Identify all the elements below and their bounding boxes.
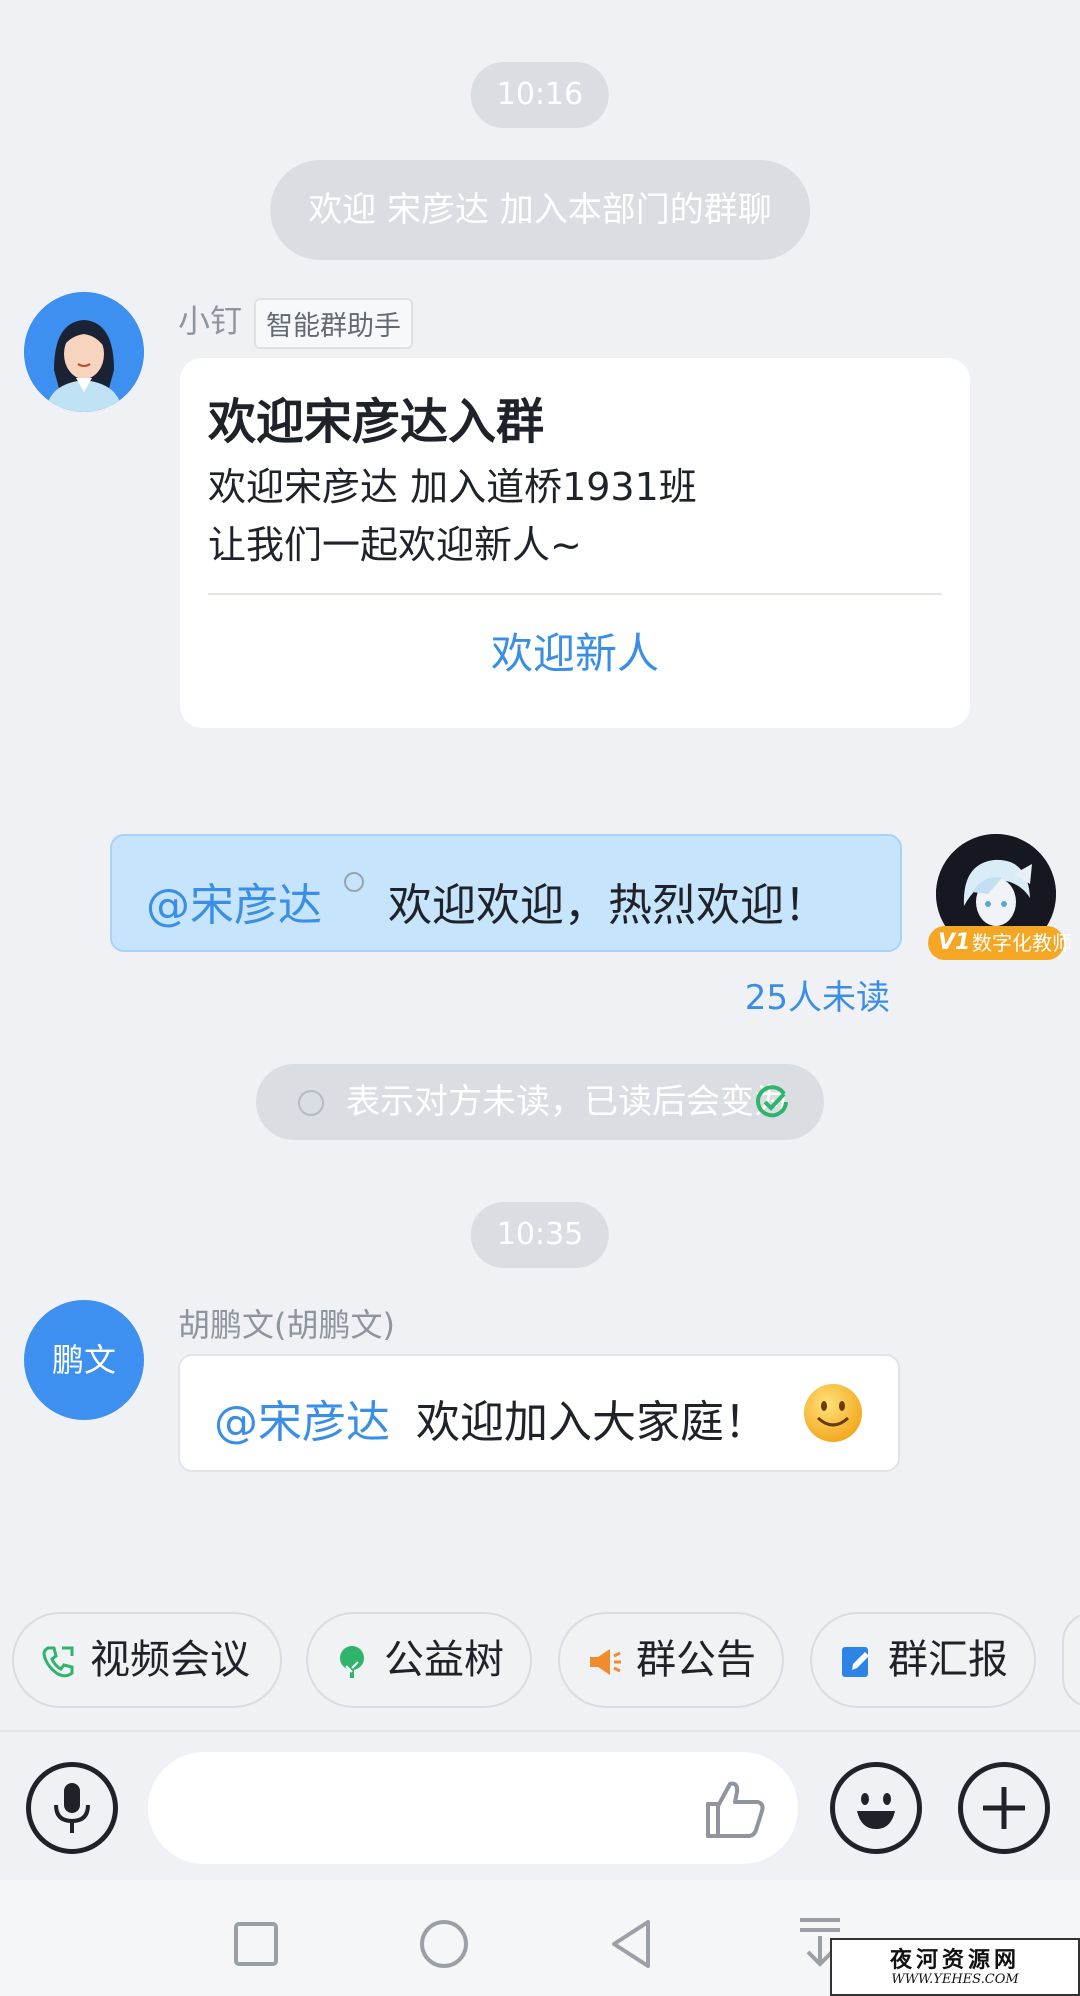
bot-sender: 小钉 智能群助手 [178,296,414,349]
chip-label: 群汇报 [888,1637,1008,1683]
user-message-bubble[interactable]: @宋彦达 欢迎加入大家庭！ [178,1354,900,1472]
chip-label: 公益树 [384,1637,504,1683]
message-text: 欢迎加入大家庭！ [416,1397,768,1448]
unread-circle-icon [298,1090,324,1116]
chip-video-meeting[interactable]: 视频会议 [12,1612,282,1708]
smile-icon [857,1793,895,1829]
unread-count[interactable]: 25人未读 [745,970,890,1019]
welcome-card[interactable]: 欢迎宋彦达入群 欢迎宋彦达 加入道桥1931班 让我们一起欢迎新人~ 欢迎新人 [180,358,970,728]
user-sender: 胡鹏文(胡鹏文) [178,1306,395,1344]
mention-link[interactable]: @宋彦达 [146,869,322,933]
back-icon[interactable] [606,1918,656,1970]
chip-announcement[interactable]: 群公告 [558,1612,784,1708]
plus-icon [983,1787,1025,1829]
card-line-1: 欢迎宋彦达 加入道桥1931班 [208,465,697,509]
input-bar [0,1730,1080,1880]
chip-label: 视频会议 [90,1637,250,1683]
badge-level: V1 [938,930,971,955]
card-title: 欢迎宋彦达入群 [208,394,545,450]
home-icon[interactable] [418,1918,470,1970]
watermark-url: WWW.YEHES.COM [891,1972,1019,1987]
watermark-logo: 夜河资源网 WWW.YEHES.COM [830,1938,1080,1996]
message-text: 欢迎欢迎，热烈欢迎！ [388,880,828,931]
bot-avatar[interactable] [24,292,144,412]
more-button[interactable] [958,1762,1050,1854]
mention-link[interactable]: @宋彦达 [214,1386,390,1450]
recent-apps-icon[interactable] [232,1920,280,1968]
read-status-hint: 表示对方未读，已读后会变为 [256,1064,824,1140]
welcome-newcomer-button[interactable]: 欢迎新人 [180,620,970,681]
system-join-notice: 欢迎 宋彦达 加入本部门的群聊 [270,160,810,260]
chip-charity-tree[interactable]: 公益树 [306,1612,532,1708]
thumbs-up-icon[interactable] [700,1778,770,1840]
teacher-badge: V1 数字化教师 [928,926,1072,960]
badge-label: 数字化教师 [972,931,1072,955]
tree-icon [340,1646,364,1678]
microphone-icon [54,1783,90,1833]
megaphone-icon [590,1649,621,1675]
voice-button[interactable] [26,1762,118,1854]
self-message-bubble[interactable]: @宋彦达 欢迎欢迎，热烈欢迎！ [110,834,902,952]
video-call-icon [42,1646,74,1678]
card-line-2: 让我们一起欢迎新人~ [208,523,582,567]
chip-group-report[interactable]: 群汇报 [810,1612,1036,1708]
sender-name: 小钉 [178,302,243,340]
emoji-button[interactable] [830,1762,922,1854]
user-avatar[interactable]: 鹏文 [24,1300,144,1420]
report-icon [842,1647,869,1677]
chip-more[interactable] [1062,1612,1080,1708]
chip-label: 群公告 [636,1637,756,1683]
watermark-title: 夜河资源网 [889,1947,1020,1973]
timestamp: 10:16 [470,62,610,128]
read-hint-text: 表示对方未读，已读后会变为 [346,1082,788,1122]
read-check-icon [756,1085,788,1118]
timestamp: 10:35 [470,1202,610,1268]
card-divider [208,593,942,595]
unread-indicator-icon [344,872,364,892]
bot-tag: 智能群助手 [254,297,414,349]
smile-emoji-icon [804,1384,862,1442]
